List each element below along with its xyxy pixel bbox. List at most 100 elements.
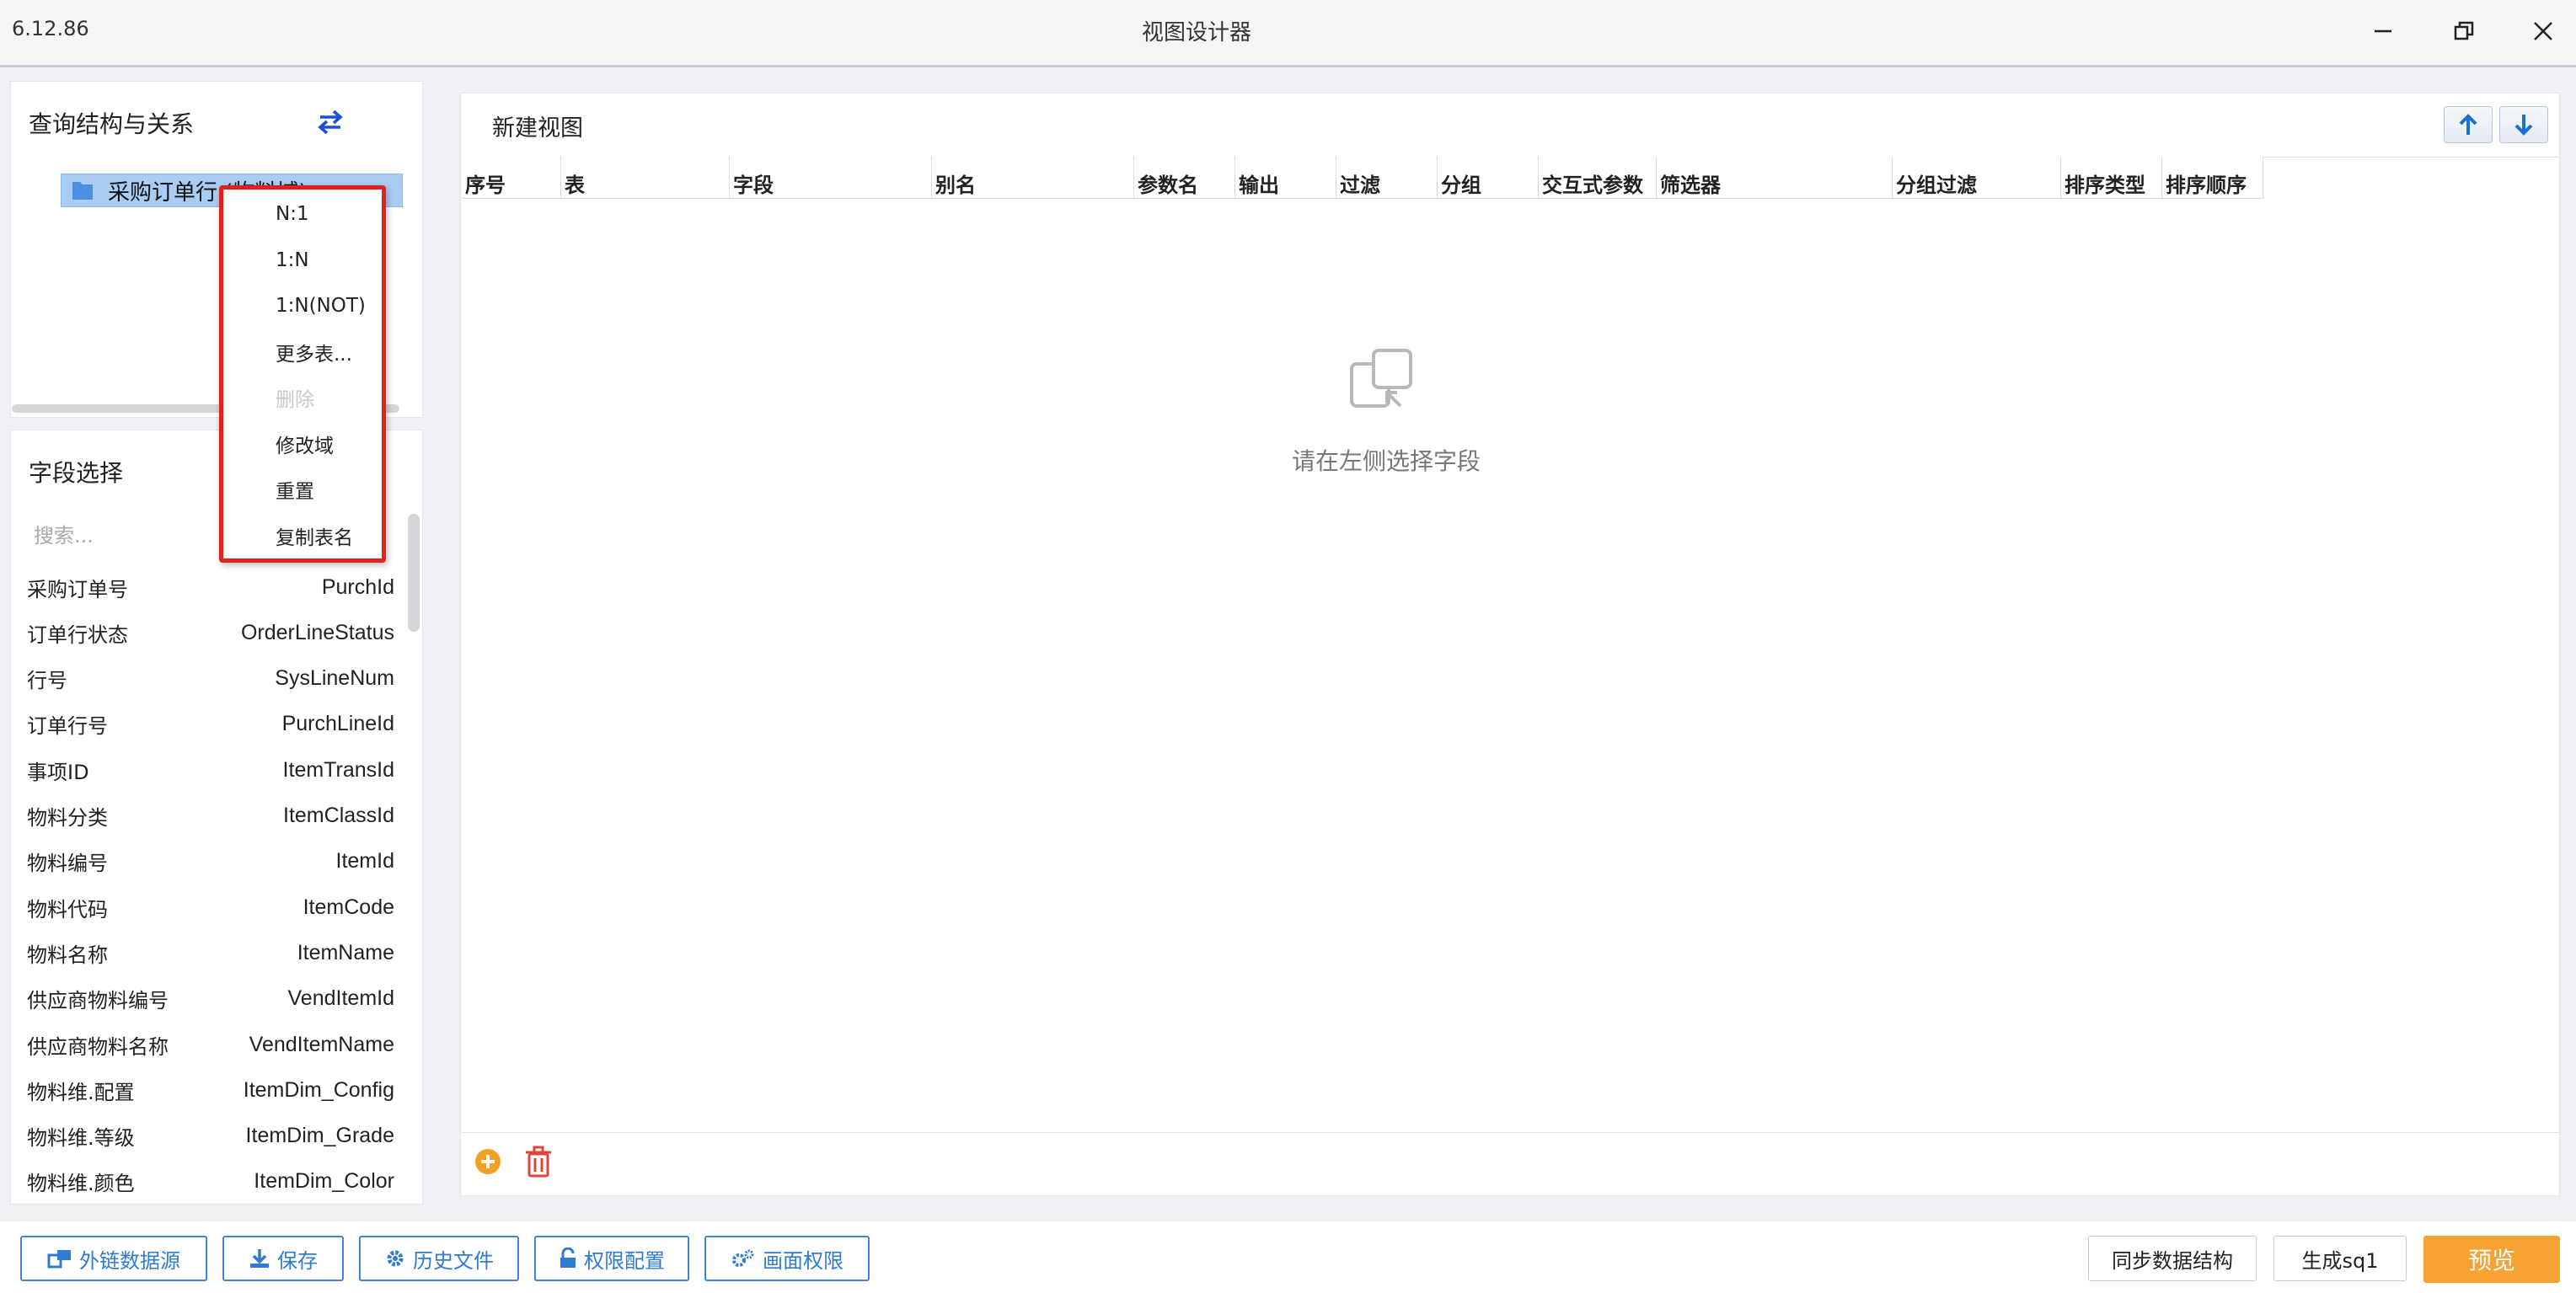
delete-row-button[interactable]	[524, 1146, 553, 1181]
view-title: 新建视图	[492, 115, 583, 142]
add-row-button[interactable]	[474, 1147, 502, 1179]
field-row[interactable]: 物料名称 ItemName	[27, 930, 394, 975]
minimize-icon	[2375, 29, 2391, 33]
field-row[interactable]: 物料代码 ItemCode	[27, 884, 394, 930]
swap-button[interactable]	[315, 108, 345, 140]
select-field-icon	[1348, 347, 1416, 418]
field-heading: 字段选择	[29, 459, 124, 487]
column-header[interactable]: 排序顺序	[2162, 157, 2263, 199]
field-label: 事项ID	[27, 760, 89, 784]
restore-button[interactable]	[2440, 10, 2488, 52]
column-header[interactable]: 参数名	[1134, 157, 1235, 199]
field-search-input[interactable]	[34, 521, 202, 551]
column-header[interactable]: 输出	[1235, 157, 1336, 199]
relations-heading: 查询结构与关系	[29, 110, 195, 138]
field-row[interactable]: 订单行状态 OrderLineStatus	[27, 610, 394, 655]
field-name: OrderLineStatus	[240, 620, 394, 644]
permission-config-button[interactable]: 权限配置	[534, 1236, 689, 1281]
button-label: 画面权限	[763, 1248, 843, 1273]
field-row[interactable]: 采购订单号 PurchId	[27, 564, 394, 610]
preview-button[interactable]: 预览	[2423, 1236, 2560, 1283]
column-header[interactable]: 筛选器	[1657, 157, 1893, 199]
column-header[interactable]: 过滤	[1336, 157, 1438, 199]
field-label: 行号	[27, 669, 67, 693]
move-down-button[interactable]	[2499, 106, 2548, 143]
field-label: 供应商物料名称	[27, 1034, 169, 1059]
field-row[interactable]: 事项ID ItemTransId	[27, 747, 394, 793]
field-name: ItemCode	[303, 895, 394, 919]
generate-sql-button[interactable]: 生成sq1	[2273, 1236, 2407, 1281]
field-name: PurchId	[321, 574, 394, 599]
field-name: ItemDim_Config	[243, 1077, 394, 1102]
column-header[interactable]: 交互式参数	[1539, 157, 1657, 199]
field-name: ItemId	[335, 849, 394, 874]
field-row[interactable]: 订单行号 PurchLineId	[27, 702, 394, 747]
grid-header: 序号表字段 别名 参数名 输出 过滤 分组 交互式参数 筛选器 分组过滤 排序类型 排序顺序	[462, 157, 2560, 199]
context-menu-item[interactable]: 1:N(NOT)	[223, 283, 382, 329]
field-label: 订单行状态	[27, 622, 128, 647]
column-header[interactable]: 别名	[932, 157, 1134, 199]
vertical-scrollbar[interactable]	[408, 514, 420, 632]
field-name: SysLineNum	[275, 666, 394, 691]
field-row[interactable]: 供应商物料编号 VendItemId	[27, 976, 394, 1022]
button-label: 权限配置	[584, 1248, 665, 1273]
save-icon	[249, 1248, 270, 1269]
field-row[interactable]: 物料编号 ItemId	[27, 839, 394, 884]
field-label: 物料维.配置	[27, 1080, 135, 1104]
field-row[interactable]: 行号 SysLineNum	[27, 656, 394, 702]
sync-structure-button[interactable]: 同步数据结构	[2088, 1236, 2257, 1281]
window-title: 视图设计器	[1141, 20, 1251, 45]
field-name: PurchLineId	[281, 712, 394, 736]
column-header[interactable]: 排序类型	[2061, 157, 2162, 199]
screen-permission-button[interactable]: 画面权限	[704, 1236, 870, 1281]
field-label: 订单行号	[27, 714, 108, 739]
add-icon	[475, 1149, 501, 1174]
move-down-icon	[2514, 115, 2533, 136]
external-datasource-button[interactable]: 外链数据源	[20, 1236, 207, 1281]
gears-icon	[731, 1248, 756, 1269]
field-label: 物料维.颜色	[27, 1172, 135, 1196]
column-header[interactable]: 分组	[1438, 157, 1539, 199]
field-label: 供应商物料编号	[27, 989, 169, 1013]
close-button[interactable]	[2520, 10, 2567, 52]
close-icon	[2534, 22, 2552, 40]
move-up-button[interactable]	[2444, 106, 2493, 143]
field-row[interactable]: 物料维.颜色 ItemDim_Color	[27, 1159, 394, 1205]
minimize-button[interactable]	[2359, 10, 2407, 52]
column-header[interactable]: 字段	[730, 157, 932, 199]
empty-state-text: 请在左侧选择字段	[1291, 447, 1481, 475]
history-files-button[interactable]: 历史文件	[359, 1236, 519, 1281]
context-menu-item[interactable]: 更多表...	[223, 329, 382, 375]
button-label: 保存	[277, 1248, 318, 1273]
swap-arrows-icon	[318, 110, 343, 135]
field-label: 物料分类	[27, 806, 108, 830]
field-row[interactable]: 物料维.配置 ItemDim_Config	[27, 1067, 394, 1113]
context-menu-item[interactable]: 复制表名	[223, 513, 382, 558]
external-datasource-icon	[47, 1248, 72, 1269]
column-header[interactable]: 序号	[462, 157, 561, 199]
field-label: 物料代码	[27, 897, 108, 922]
lock-icon	[559, 1248, 577, 1269]
field-label: 采购订单号	[27, 577, 128, 601]
field-label: 物料编号	[27, 852, 108, 876]
field-row[interactable]: 物料维.等级 ItemDim_Grade	[27, 1114, 394, 1159]
column-header[interactable]: 分组过滤	[1893, 157, 2061, 199]
grid-bottom-border	[462, 1132, 2560, 1133]
button-label: 历史文件	[413, 1248, 494, 1273]
field-row[interactable]: 物料分类 ItemClassId	[27, 793, 394, 839]
context-menu-item: 删除	[276, 389, 314, 411]
context-menu-item[interactable]: N:1	[223, 191, 382, 237]
context-menu-item[interactable]: 1:N	[223, 238, 382, 283]
field-name: ItemName	[297, 940, 394, 964]
gear-icon	[384, 1248, 406, 1269]
field-name: ItemTransId	[282, 757, 394, 782]
restore-icon	[2454, 21, 2474, 40]
context-menu-item[interactable]: 重置	[223, 467, 382, 512]
delete-icon	[526, 1146, 551, 1178]
column-header[interactable]: 表	[561, 157, 730, 199]
context-menu: N:1 1:N 1:N(NOT) 更多表... 删除修改域 重置 复制表名	[219, 185, 386, 563]
context-menu-item[interactable]: 修改域	[223, 421, 382, 467]
folder-icon	[71, 177, 94, 206]
field-row[interactable]: 供应商物料名称 VendItemName	[27, 1022, 394, 1067]
save-button[interactable]: 保存	[222, 1236, 344, 1281]
